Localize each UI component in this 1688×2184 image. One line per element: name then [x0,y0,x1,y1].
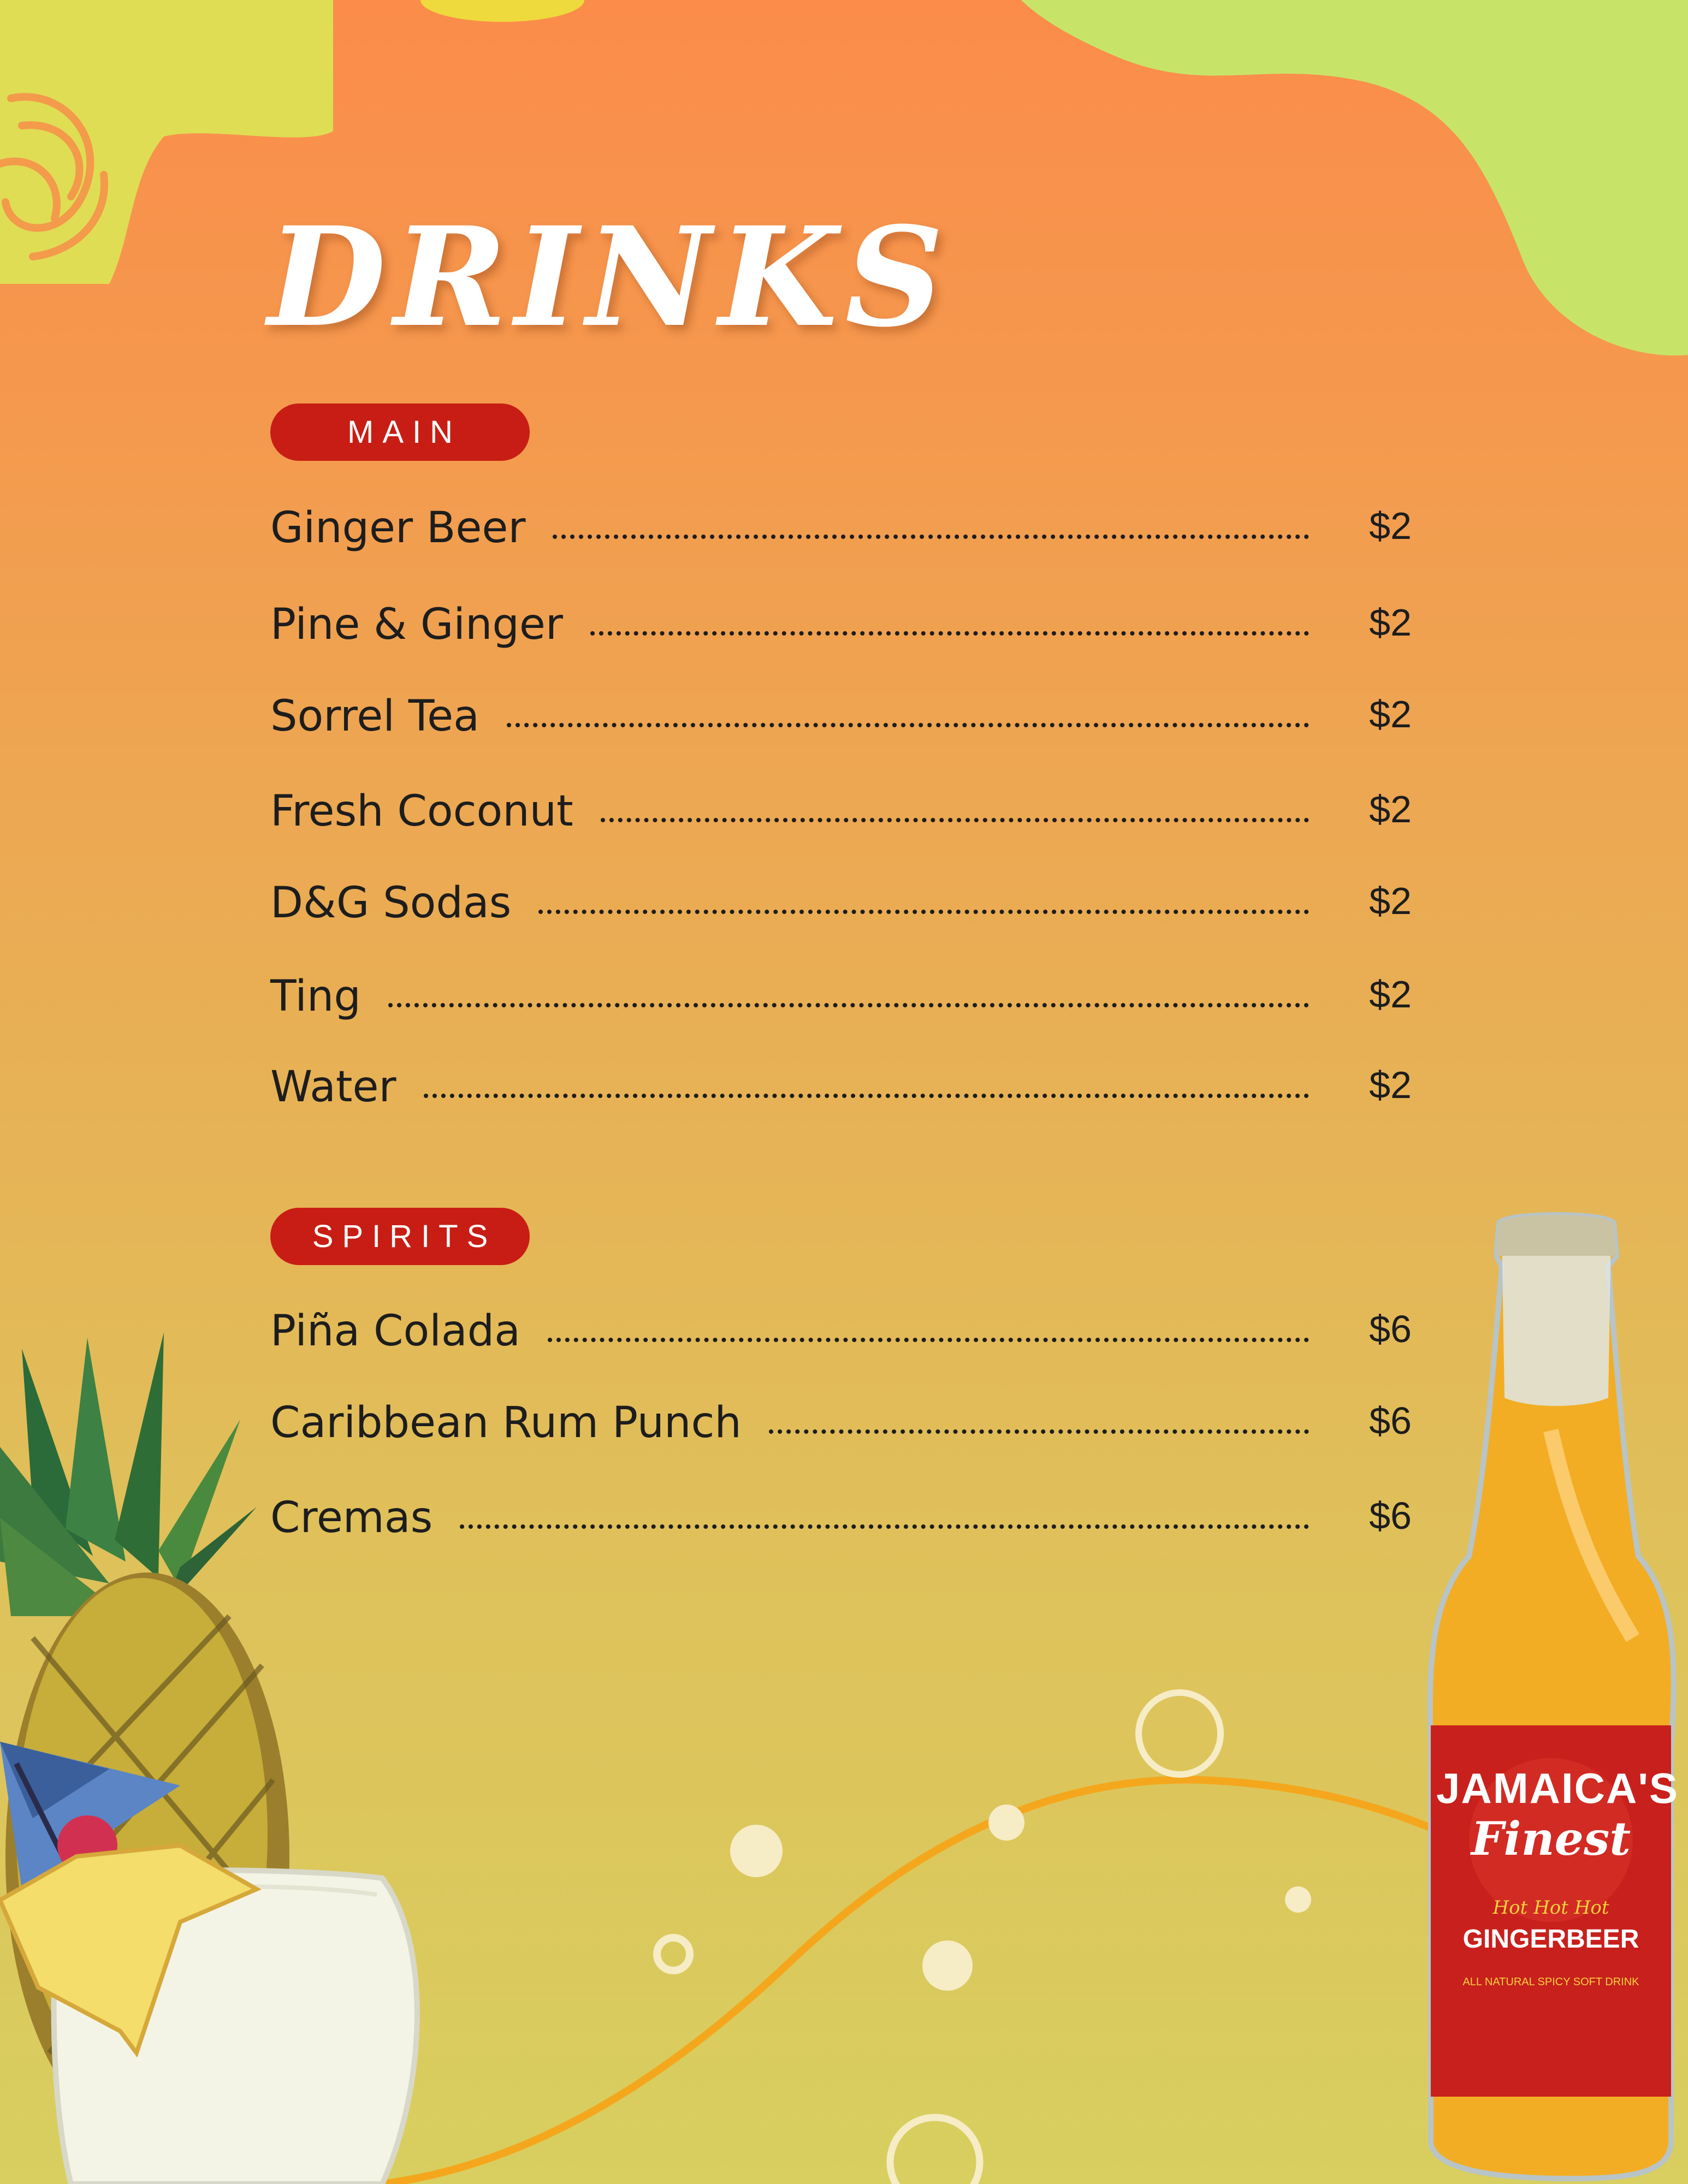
item-name: Pine & Ginger [270,600,563,649]
menu-item-water: Water $2 [270,1063,1412,1123]
ginger-beer-bottle-illustration [1427,1212,1677,2182]
dotted-leader [768,1429,1310,1434]
menu-item-ginger-beer: Ginger Beer $2 [270,503,1412,563]
page-title: DRINKS [268,197,951,357]
menu-item-ting: Ting $2 [270,972,1412,1032]
dotted-leader [423,1094,1310,1098]
item-name: Piña Colada [270,1307,520,1356]
item-price: $6 [1369,1494,1412,1537]
item-price: $2 [1369,1064,1412,1106]
section-label-spirits: SPIRITS [270,1208,530,1265]
dotted-leader [600,818,1310,822]
item-price: $2 [1369,973,1412,1016]
item-name: Ginger Beer [270,503,526,553]
item-price: $2 [1369,505,1412,547]
item-price: $6 [1369,1399,1412,1442]
item-price: $2 [1369,788,1412,830]
dotted-leader [460,1524,1310,1529]
item-name: Sorrel Tea [270,692,479,741]
top-right-blob [1021,0,1688,356]
item-name: D&G Sodas [270,879,512,928]
menu-item-cremas: Cremas $6 [270,1493,1412,1553]
item-price: $2 [1369,601,1412,644]
item-name: Ting [270,972,361,1021]
item-price: $2 [1369,880,1412,922]
item-name: Cremas [270,1493,433,1542]
section-label-main: MAIN [270,403,530,461]
menu-item-caribbean-rum-punch: Caribbean Rum Punch $6 [270,1398,1412,1458]
dotted-leader [538,910,1310,914]
label-subtitle: ALL NATURAL SPICY SOFT DRINK [1462,1976,1639,1988]
menu-item-fresh-coconut: Fresh Coconut $2 [270,787,1412,847]
bubble-icons [653,1689,1311,2184]
item-name: Caribbean Rum Punch [270,1398,742,1447]
item-price: $2 [1369,693,1412,735]
bottle-label: JAMAICA'S Finest Hot Hot Hot GINGERBEER … [1436,1764,1679,1989]
menu-item-pina-colada: Piña Colada $6 [270,1307,1412,1367]
label-tagline: Hot Hot Hot [1492,1897,1609,1919]
item-price: $6 [1369,1308,1412,1350]
menu-item-dg-sodas: D&G Sodas $2 [270,879,1412,939]
drinks-menu-page: DRINKS MAIN Ginger Beer $2 Pine & Ginger… [0,0,1688,2184]
dotted-leader [553,535,1310,539]
dotted-leader [547,1338,1310,1342]
item-name: Fresh Coconut [270,787,573,836]
dotted-leader [590,631,1310,636]
menu-item-pine-ginger: Pine & Ginger $2 [270,600,1412,660]
dotted-leader [506,723,1310,727]
menu-item-sorrel-tea: Sorrel Tea $2 [270,692,1412,752]
item-name: Water [270,1063,396,1112]
dotted-leader [388,1003,1310,1007]
label-product: GINGERBEER [1462,1925,1639,1954]
label-brand-line2: Finest [1471,1812,1631,1866]
label-brand-line1: JAMAICA'S [1436,1764,1679,1812]
